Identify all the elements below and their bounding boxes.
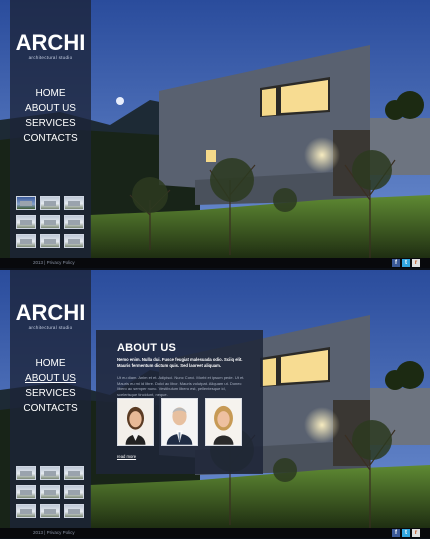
gallery-thumbnail[interactable]	[16, 215, 36, 229]
nav-contacts[interactable]: CONTACTS	[10, 401, 91, 416]
nav-services[interactable]: SERVICES	[10, 116, 91, 131]
gallery-thumbnail[interactable]	[64, 466, 84, 480]
gallery-thumbnail[interactable]	[16, 234, 36, 248]
gallery-thumbnail[interactable]	[64, 504, 84, 518]
footer-text[interactable]: 2013 | Privacy Policy	[33, 529, 75, 537]
about-lead-text: Nemo enim. Nulla dui. Fusce feugiat male…	[117, 357, 243, 368]
tagline: architectural studio	[28, 55, 73, 60]
footer: 2013 | Privacy Policy f t r	[0, 528, 430, 538]
about-us-panel: ABOUT US Nemo enim. Nulla dui. Fusce feu…	[96, 330, 263, 474]
gallery-thumbnail[interactable]	[16, 196, 36, 210]
team-photo-woman-2	[205, 398, 242, 446]
twitter-icon[interactable]: t	[402, 529, 410, 537]
nav-services[interactable]: SERVICES	[10, 386, 91, 401]
nav-about-us[interactable]: ABOUT US	[10, 371, 91, 386]
tagline: architectural studio	[28, 325, 73, 330]
social-links: f t r	[392, 259, 420, 267]
gallery-thumbnails	[16, 196, 85, 248]
gallery-thumbnail[interactable]	[16, 485, 36, 499]
sidebar: ARCHI architectural studio HOME ABOUT US…	[10, 270, 91, 528]
gallery-thumbnails	[16, 466, 85, 518]
gallery-thumbnail[interactable]	[64, 215, 84, 229]
gallery-thumbnail[interactable]	[40, 504, 60, 518]
nav-home[interactable]: HOME	[10, 356, 91, 371]
gallery-thumbnail[interactable]	[40, 485, 60, 499]
team-photo-man	[161, 398, 198, 446]
sidebar: ARCHI architectural studio HOME ABOUT US…	[10, 0, 91, 258]
gallery-thumbnail[interactable]	[40, 466, 60, 480]
footer-text[interactable]: 2013 | Privacy Policy	[33, 259, 75, 267]
gallery-thumbnail[interactable]	[40, 215, 60, 229]
panel-home: ARCHI architectural studio HOME ABOUT US…	[0, 0, 430, 268]
rss-icon[interactable]: r	[412, 529, 420, 537]
facebook-icon[interactable]: f	[392, 259, 400, 267]
gallery-thumbnail[interactable]	[64, 196, 84, 210]
logo[interactable]: ARCHI	[10, 30, 91, 56]
gallery-thumbnail[interactable]	[64, 234, 84, 248]
twitter-icon[interactable]: t	[402, 259, 410, 267]
nav-about-us[interactable]: ABOUT US	[10, 101, 91, 116]
nav-home[interactable]: HOME	[10, 86, 91, 101]
read-more-link[interactable]: read more	[117, 454, 136, 459]
social-links: f t r	[392, 529, 420, 537]
team-photo-woman	[117, 398, 154, 446]
facebook-icon[interactable]: f	[392, 529, 400, 537]
nav-contacts[interactable]: CONTACTS	[10, 131, 91, 146]
about-heading: ABOUT US	[117, 342, 177, 354]
gallery-thumbnail[interactable]	[16, 466, 36, 480]
rss-icon[interactable]: r	[412, 259, 420, 267]
footer: 2013 | Privacy Policy f t r	[0, 258, 430, 268]
main-nav: HOME ABOUT US SERVICES CONTACTS	[10, 356, 91, 416]
gallery-thumbnail[interactable]	[40, 234, 60, 248]
gallery-thumbnail[interactable]	[40, 196, 60, 210]
gallery-thumbnail[interactable]	[64, 485, 84, 499]
panel-about: ARCHI architectural studio HOME ABOUT US…	[0, 270, 430, 538]
logo[interactable]: ARCHI	[10, 300, 91, 326]
about-body-text: Ut eu diam. Anim et et. Adipisci. Nunc C…	[117, 375, 245, 397]
team-photos	[117, 398, 242, 446]
main-nav: HOME ABOUT US SERVICES CONTACTS	[10, 86, 91, 146]
gallery-thumbnail[interactable]	[16, 504, 36, 518]
